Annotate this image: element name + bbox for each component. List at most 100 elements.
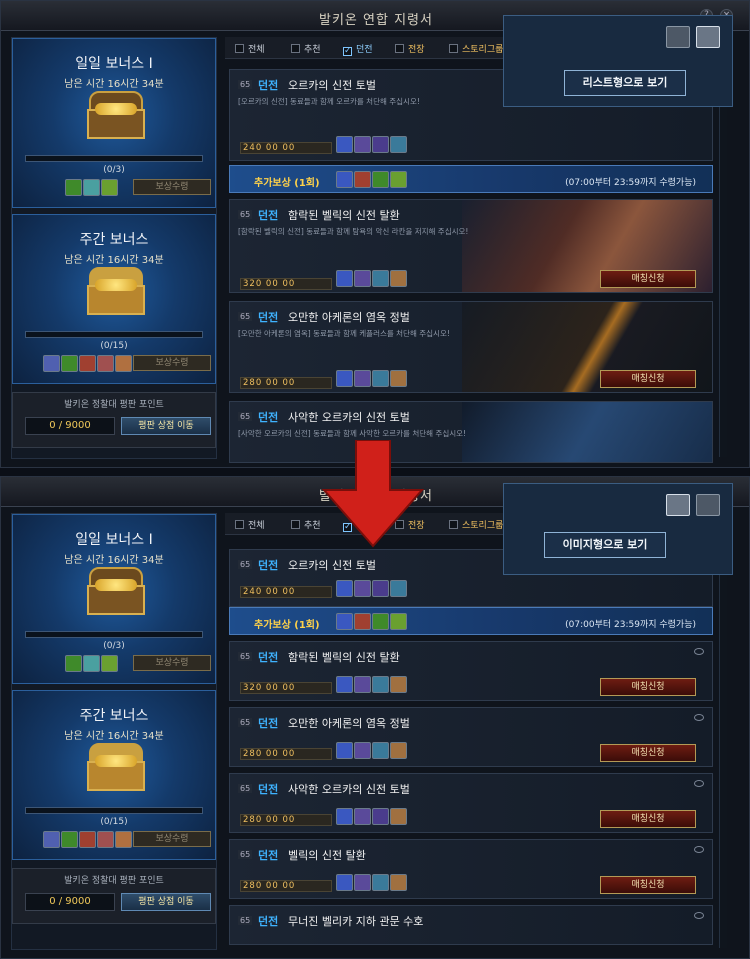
quest-card[interactable]: 65 던전 함락된 벨릭의 신전 탈환 [함락된 벨릭의 신전] 동료들과 함께…: [229, 199, 713, 293]
list-view-icon[interactable]: [696, 26, 720, 48]
reward-item-icon[interactable]: [83, 655, 100, 672]
quest-desc: [오르카의 신전] 동료들과 함께 오르카를 처단해 주십시오!: [238, 97, 420, 106]
filter-battlefield[interactable]: 전장: [395, 42, 425, 55]
bonus-column: 일일 보너스 Ⅰ 남은 시간 16시간 34분 (0/3) 보상수령 주간 보너…: [11, 513, 217, 950]
grid-view-icon[interactable]: [666, 494, 690, 516]
reward-item-icon[interactable]: [101, 179, 118, 196]
filter-recommended[interactable]: 추천: [291, 518, 321, 531]
eye-icon[interactable]: [694, 648, 704, 655]
reward-item-icon[interactable]: [79, 831, 96, 848]
reward-item-icon[interactable]: [115, 355, 132, 372]
quest-type: 던전: [258, 411, 279, 424]
extra-reward-bar: 추가보상 (1회) (07:00부터 23:59까지 수령가능): [229, 165, 713, 193]
reward-item-icon[interactable]: [65, 655, 82, 672]
quest-name: 오만한 아케론의 염옥 정벌: [288, 311, 410, 324]
weekly-bonus-title: 주간 보너스: [79, 708, 149, 724]
filter-all[interactable]: 전체: [235, 518, 265, 531]
eye-icon[interactable]: [694, 846, 704, 853]
filter-story-group[interactable]: 스토리그룹: [449, 518, 503, 531]
extra-reward-icons: [336, 613, 408, 632]
quest-type: 던전: [258, 79, 279, 92]
quest-reward-icons: [336, 270, 408, 289]
weekly-receive-button[interactable]: 보상수령: [133, 355, 211, 371]
quest-card[interactable]: 65 던전 사악한 오르카의 신전 토벌 [사악한 오르카의 신전] 동료들과 …: [229, 401, 713, 463]
eye-icon[interactable]: [694, 780, 704, 787]
match-request-button[interactable]: 매칭신청: [600, 810, 696, 828]
reward-item-icon[interactable]: [115, 831, 132, 848]
eye-icon[interactable]: [694, 714, 704, 721]
daily-bonus-timer: 남은 시간 16시간 34분: [64, 79, 164, 90]
quest-row[interactable]: 65 던전 벨릭의 신전 탈환 280 00 00 매칭신청: [229, 839, 713, 899]
weekly-progress-bar: [25, 807, 203, 814]
reward-item-icon[interactable]: [83, 179, 100, 196]
weekly-count: (0/15): [100, 341, 128, 351]
view-tooltip: 이미지형으로 보기: [544, 532, 666, 558]
reward-item-icon[interactable]: [43, 355, 60, 372]
reward-item-icon[interactable]: [101, 655, 118, 672]
quest-list: 65 던전 오르카의 신전 토벌 240 00 00 추가보상 (1회) (07…: [225, 537, 715, 958]
filter-story-group[interactable]: 스토리그룹: [449, 42, 503, 55]
match-request-button[interactable]: 매칭신청: [600, 876, 696, 894]
quest-level: 65: [238, 80, 253, 89]
daily-receive-button[interactable]: 보상수령: [133, 179, 211, 195]
reward-item-icon[interactable]: [61, 355, 78, 372]
daily-progress-bar: [25, 155, 203, 162]
quest-desc: [사악한 오르카의 신전] 동료들과 함께 사악한 오르카를 처단해 주십시오!: [238, 429, 467, 438]
reward-item-icon[interactable]: [43, 831, 60, 848]
reward-item-icon[interactable]: [97, 355, 114, 372]
quest-row[interactable]: 65 던전 무너진 벨리카 지하 관문 수호: [229, 905, 713, 945]
daily-bonus-card: 일일 보너스 Ⅰ 남은 시간 16시간 34분 (0/3) 보상수령: [12, 38, 216, 208]
reward-item-icon[interactable]: [97, 831, 114, 848]
scrollbar[interactable]: [719, 537, 727, 948]
extra-reward-note: (07:00부터 23:59까지 수령가능): [565, 178, 696, 188]
weekly-bonus-card: 주간 보너스 남은 시간 16시간 34분 (0/15) 보상수령: [12, 690, 216, 860]
quest-level: 65: [238, 784, 253, 793]
extra-reward-label: 추가보상 (1회): [254, 620, 320, 631]
weekly-reward-icons: [43, 831, 133, 851]
view-toggle-box: 이미지형으로 보기: [503, 483, 733, 575]
down-arrow-icon: [321, 440, 425, 548]
weekly-bonus-timer: 남은 시간 16시간 34분: [64, 731, 164, 742]
quest-name: 오만한 아케론의 염옥 정벌: [288, 717, 410, 730]
eye-icon[interactable]: [694, 912, 704, 919]
quest-type: 던전: [258, 651, 279, 664]
quest-cost: 240 00 00: [240, 586, 332, 598]
quest-type: 던전: [258, 717, 279, 730]
daily-bonus-timer: 남은 시간 16시간 34분: [64, 555, 164, 566]
quest-card[interactable]: 65 던전 오만한 아케론의 염옥 정벌 [오만한 아케론의 염옥] 동료들과 …: [229, 301, 713, 393]
match-request-button[interactable]: 매칭신청: [600, 370, 696, 388]
quest-row[interactable]: 65 던전 오만한 아케론의 염옥 정벌 280 00 00 매칭신청: [229, 707, 713, 767]
weekly-receive-button[interactable]: 보상수령: [133, 831, 211, 847]
gold-chest-icon: [85, 743, 147, 791]
filter-recommended[interactable]: 추천: [291, 42, 321, 55]
quest-level: 65: [238, 312, 253, 321]
daily-bonus-title: 일일 보너스 Ⅰ: [75, 532, 153, 548]
filter-dungeon[interactable]: ✓던전: [343, 42, 373, 56]
quest-row[interactable]: 65 던전 함락된 벨릭의 신전 탈환 320 00 00 매칭신청: [229, 641, 713, 701]
quest-reward-icons: [336, 136, 408, 155]
quest-name: 함락된 벨릭의 신전 탈환: [288, 209, 400, 222]
list-view-icon[interactable]: [696, 494, 720, 516]
filter-all[interactable]: 전체: [235, 42, 265, 55]
quest-type: 던전: [258, 559, 279, 572]
fame-shop-button[interactable]: 평판 상점 이동: [121, 893, 211, 911]
weekly-bonus-timer: 남은 시간 16시간 34분: [64, 255, 164, 266]
grid-view-icon[interactable]: [666, 26, 690, 48]
quest-window-image-view: 발키온 연합 지령서 ? × 일일 보너스 Ⅰ 남은 시간 16시간 34분 (…: [0, 0, 750, 468]
reward-item-icon[interactable]: [65, 179, 82, 196]
match-request-button[interactable]: 매칭신청: [600, 678, 696, 696]
daily-receive-button[interactable]: 보상수령: [133, 655, 211, 671]
quest-level: 65: [238, 916, 253, 925]
fame-shop-button[interactable]: 평판 상점 이동: [121, 417, 211, 435]
match-request-button[interactable]: 매칭신청: [600, 744, 696, 762]
treasure-chest-icon: [85, 91, 147, 139]
quest-row[interactable]: 65 던전 사악한 오르카의 신전 토벌 280 00 00 매칭신청: [229, 773, 713, 833]
reward-item-icon[interactable]: [79, 355, 96, 372]
dungeon-artwork: [462, 402, 712, 462]
match-request-button[interactable]: 매칭신청: [600, 270, 696, 288]
reward-item-icon[interactable]: [61, 831, 78, 848]
quest-level: 65: [238, 412, 253, 421]
bonus-column: 일일 보너스 Ⅰ 남은 시간 16시간 34분 (0/3) 보상수령 주간 보너…: [11, 37, 217, 459]
quest-desc: [함락된 벨릭의 신전] 동료들과 함께 탐욕의 악신 라칸을 저지해 주십시오…: [238, 227, 469, 236]
scrollbar[interactable]: [719, 61, 727, 457]
